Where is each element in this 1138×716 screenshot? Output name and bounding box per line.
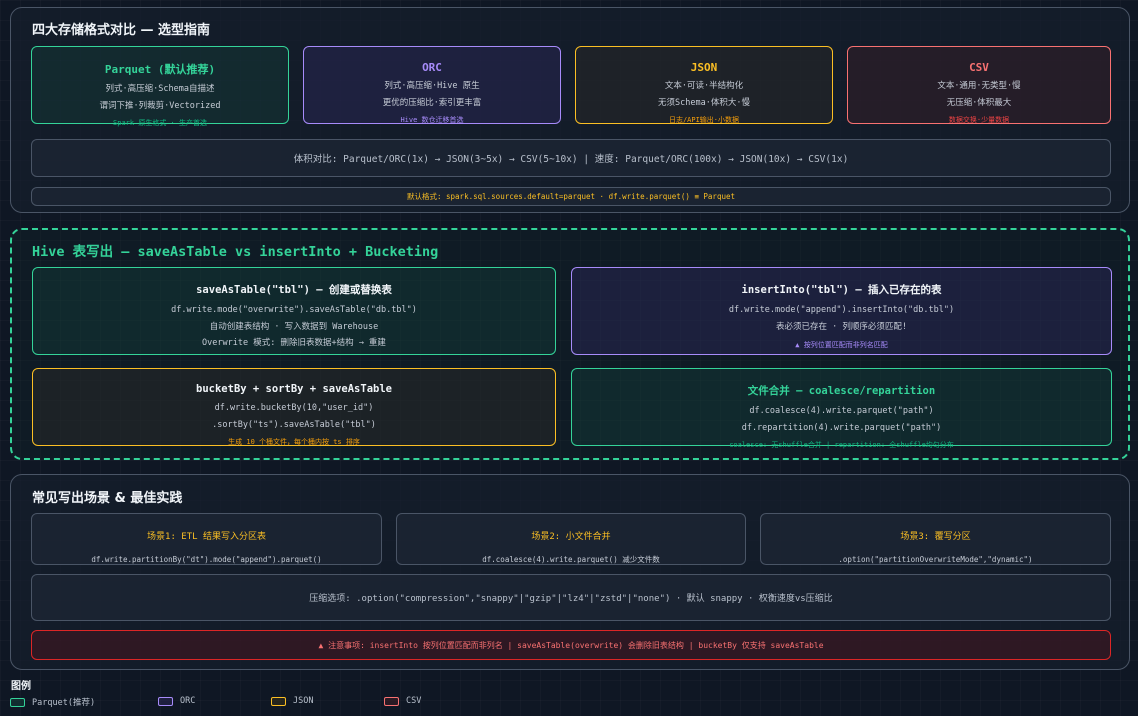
bucket-by-card: bucketBy + sortBy + saveAsTable df.write… [32,368,556,446]
insert-into-card: insertInto("tbl") — 插入已存在的表 df.write.mod… [571,267,1112,355]
card-title: Parquet (默认推荐) [104,63,216,76]
card-note: Spark 原生格式 · 生产首选 [113,119,207,127]
parquet-card: Parquet (默认推荐) 列式·高压缩·Schema自描述 谓词下推·列裁剪… [31,46,289,127]
card-line: 更优的压缩比·索引更丰富 [382,98,482,108]
section-title: 四大存储格式对比 — 选型指南 [32,23,211,38]
scene-code: df.write.partitionBy("dt").mode("append"… [91,555,322,564]
card-code: df.coalesce(4).write.parquet("path") [749,406,934,416]
legend-item-csv: CSV [384,696,421,706]
json-card: JSON 文本·可读·半结构化 无须Schema·体积大·慢 日志/API输出·… [575,46,833,124]
section-title: 常见写出场景 & 最佳实践 [32,491,183,506]
legend-title: 图例 [11,681,31,692]
card-note: Hive 数仓迁移首选 [400,116,464,124]
card-code: df.write.bucketBy(10,"user_id") [214,403,374,413]
legend-swatch [158,696,173,706]
legend-label: Parquet(推荐) [32,698,96,708]
legend-swatch [10,697,25,707]
legend-label: ORC [180,696,196,706]
card-line: Overwrite 模式: 删除旧表数据+结构 → 重建 [202,338,386,348]
scene-etl-card: 场景1: ETL 结果写入分区表 df.write.partitionBy("d… [31,513,382,565]
legend-swatch [271,696,286,706]
csv-card: CSV 文本·通用·无类型·慢 无压缩·体积最大 数据交换·少量数据 [847,46,1111,124]
card-code: df.write.mode("overwrite").saveAsTable("… [171,305,417,315]
file-merge-card: 文件合并 — coalesce/repartition df.coalesce(… [571,368,1112,449]
save-as-table-card: saveAsTable("tbl") — 创建或替换表 df.write.mod… [32,267,556,355]
card-title: insertInto("tbl") — 插入已存在的表 [741,284,942,296]
scene-code: .option("partitionOverwriteMode","dynami… [838,555,1033,564]
card-line: 表必须已存在 · 列顺序必须匹配! [776,322,907,332]
card-line: 无压缩·体积最大 [946,98,1012,108]
card-line: 文本·可读·半结构化 [664,81,744,91]
default-format-box: 默认格式: spark.sql.sources.default=parquet … [31,187,1111,206]
scene-title: 场景2: 小文件合并 [531,532,611,542]
card-code: df.write.mode("append").insertInto("db.t… [728,305,955,315]
hive-write-section: Hive 表写出 — saveAsTable vs insertInto + B… [10,228,1130,460]
legend-swatch [384,696,399,706]
card-note: 数据交换·少量数据 [948,116,1010,124]
legend-item-orc: ORC [158,696,195,706]
card-code: df.repartition(4).write.parquet("path") [741,423,942,433]
card-line: 列式·高压缩·Schema自描述 [105,84,215,94]
legend-label: CSV [406,696,422,706]
card-line: 自动创建表结构 · 写入数据到 Warehouse [209,322,379,332]
card-title: JSON [690,61,718,74]
compression-text: 压缩选项: .option("compression","snappy"|"gz… [309,594,833,604]
card-title: bucketBy + sortBy + saveAsTable [196,383,392,395]
legend-item-parquet: Parquet(推荐) [10,696,95,708]
card-title: CSV [969,61,989,74]
card-title: saveAsTable("tbl") — 创建或替换表 [196,284,392,296]
size-speed-compare-box: 体积对比: Parquet/ORC(1x) → JSON(3~5x) → CSV… [31,139,1111,177]
scene-title: 场景1: ETL 结果写入分区表 [147,532,266,542]
scene-overwrite-card: 场景3: 覆写分区 .option("partitionOverwriteMod… [760,513,1111,565]
scene-title: 场景3: 覆写分区 [900,532,971,542]
card-note: 日志/API输出·小数据 [668,116,740,124]
card-title: 文件合并 — coalesce/repartition [747,385,936,397]
card-note: 生成 10 个桶文件，每个桶内按 ts 排序 [228,438,360,446]
scene-code: df.coalesce(4).write.parquet() 减少文件数 [482,555,660,564]
storage-format-section: 四大存储格式对比 — 选型指南 Parquet (默认推荐) 列式·高压缩·Sc… [10,7,1130,213]
compression-options-box: 压缩选项: .option("compression","snappy"|"gz… [31,574,1111,621]
scene-small-files-card: 场景2: 小文件合并 df.coalesce(4).write.parquet(… [396,513,746,565]
card-title: ORC [422,61,442,74]
legend-label: JSON [293,696,314,706]
card-line: 谓词下推·列裁剪·Vectorized [99,101,221,111]
section-title: Hive 表写出 — saveAsTable vs insertInto + B… [32,244,439,260]
card-note: ▲ 按列位置匹配而非列名匹配 [795,341,888,349]
orc-card: ORC 列式·高压缩·Hive 原生 更优的压缩比·索引更丰富 Hive 数仓迁… [303,46,561,124]
card-line: 文本·通用·无类型·慢 [937,81,1021,91]
default-format-text: 默认格式: spark.sql.sources.default=parquet … [406,192,735,201]
card-note: coalesce: 无shuffle合并 | repartition: 全shu… [729,441,954,449]
card-line: 列式·高压缩·Hive 原生 [384,81,480,91]
warning-box: ▲ 注意事项: insertInto 按列位置匹配而非列名 | saveAsTa… [31,630,1111,660]
card-code: .sortBy("ts").saveAsTable("tbl") [212,420,376,430]
best-practice-section: 常见写出场景 & 最佳实践 场景1: ETL 结果写入分区表 df.write.… [10,474,1130,670]
warning-text: ▲ 注意事项: insertInto 按列位置匹配而非列名 | saveAsTa… [318,640,824,650]
card-line: 无须Schema·体积大·慢 [658,98,750,108]
compare-text: 体积对比: Parquet/ORC(1x) → JSON(3~5x) → CSV… [293,154,849,165]
legend-item-json: JSON [271,696,313,706]
